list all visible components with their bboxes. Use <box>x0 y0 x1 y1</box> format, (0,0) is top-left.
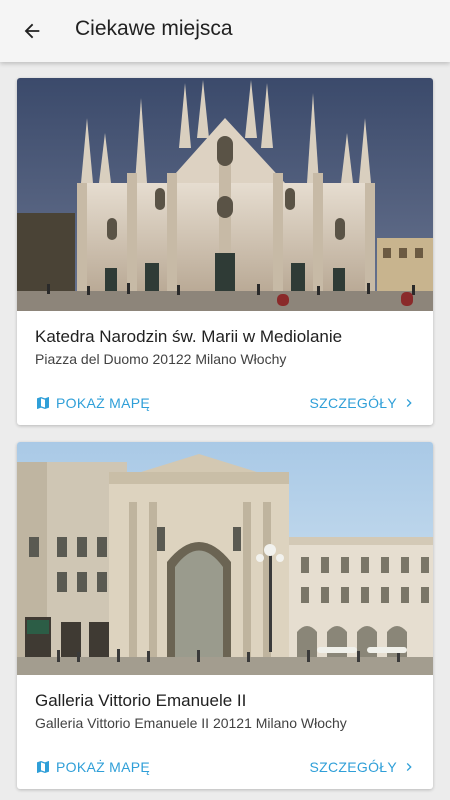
show-map-button[interactable]: POKAŻ MAPĘ <box>35 395 150 411</box>
place-name: Galleria Vittorio Emanuele II <box>35 691 247 710</box>
chevron-right-icon <box>401 395 417 411</box>
show-map-label: POKAŻ MAPĘ <box>56 395 151 411</box>
place-address: Piazza del Duomo 20122 Milano Włochy <box>35 351 287 367</box>
map-icon <box>35 395 51 411</box>
chevron-right-icon <box>401 759 417 775</box>
details-button[interactable]: SZCZEGÓŁY <box>310 759 418 775</box>
place-photo-galleria <box>17 442 433 675</box>
back-button[interactable] <box>14 13 50 49</box>
page-title: Ciekawe miejsca <box>75 17 233 40</box>
place-name: Katedra Narodzin św. Marii w Mediolanie <box>35 327 343 346</box>
show-map-button[interactable]: POKAŻ MAPĘ <box>35 759 150 775</box>
details-label: SZCZEGÓŁY <box>309 395 397 411</box>
details-button[interactable]: SZCZEGÓŁY <box>310 395 418 411</box>
place-card-duomo[interactable]: Katedra Narodzin św. Marii w Mediolanie … <box>17 78 433 425</box>
details-label: SZCZEGÓŁY <box>309 759 397 775</box>
place-card-galleria[interactable]: Galleria Vittorio Emanuele II Galleria V… <box>17 442 433 789</box>
place-address: Galleria Vittorio Emanuele II 20121 Mila… <box>35 715 347 731</box>
app-bar: Ciekawe miejsca <box>0 0 450 62</box>
show-map-label: POKAŻ MAPĘ <box>56 759 151 775</box>
map-icon <box>35 759 51 775</box>
arrow-back-icon <box>24 23 40 39</box>
place-photo-duomo <box>17 78 433 311</box>
